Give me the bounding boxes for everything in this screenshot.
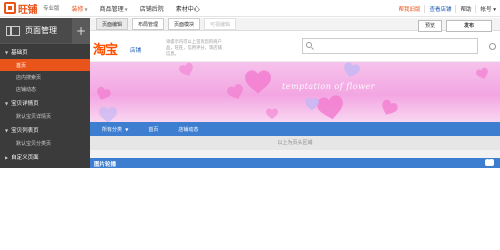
store-search-box[interactable] bbox=[302, 38, 478, 54]
page-management-sidebar: 页面管理 + ▼ 基础页 首页 店内搜索页 店铺动态 ▼ 宝贝详情页 默认宝贝详情页… bbox=[0, 18, 90, 168]
nav-product-management[interactable]: 商品管理▼ bbox=[100, 4, 128, 13]
sidebar-item-store-news[interactable]: 店铺动态 bbox=[0, 83, 90, 95]
nav-home[interactable]: 首页 bbox=[148, 126, 158, 133]
blank-area bbox=[0, 168, 500, 250]
brand-logo[interactable]: 旺铺 专业版 bbox=[4, 1, 60, 16]
banner-hearts bbox=[94, 62, 491, 122]
banner-text: temptation of flower bbox=[282, 82, 375, 91]
page-head-area-label: 以上为页头区域 bbox=[90, 136, 500, 150]
image-carousel-module[interactable]: 图片轮播 bbox=[90, 156, 500, 168]
top-nav: 装修▼ 商品管理▼ 店铺后院 素材中心 bbox=[72, 4, 200, 13]
chevron-down-icon: ▼ bbox=[84, 6, 88, 12]
heart-decoration bbox=[266, 108, 278, 120]
heart-decoration bbox=[99, 106, 117, 122]
help-link[interactable]: 帮助 bbox=[455, 4, 475, 13]
heart-decoration bbox=[341, 62, 361, 80]
caret-down-icon: ▼ bbox=[5, 50, 9, 55]
home-icon bbox=[4, 2, 16, 14]
sidebar-item-search-page[interactable]: 店内搜索页 bbox=[0, 71, 90, 83]
carousel-title: 图片轮播 bbox=[94, 161, 117, 168]
old-version-link[interactable]: 帮我旧版 bbox=[394, 5, 424, 13]
heart-decoration bbox=[305, 97, 319, 111]
tab-layout-management[interactable]: 布局管理 bbox=[132, 18, 165, 30]
edition-label: 专业版 bbox=[43, 6, 60, 12]
heart-decoration bbox=[378, 98, 400, 119]
store-nav-bar: 所有分类 ▼ 首页 店铺动态 bbox=[90, 122, 500, 136]
nav-decorate[interactable]: 装修▼ bbox=[72, 4, 88, 13]
divider bbox=[90, 150, 500, 158]
chevron-down-icon: ▼ bbox=[124, 126, 129, 132]
heart-decoration bbox=[315, 94, 346, 122]
sidebar-group-basic[interactable]: ▼ 基础页 bbox=[0, 44, 90, 59]
sidebar-group-list[interactable]: ▼ 宝贝列表页 bbox=[0, 122, 90, 137]
caret-right-icon: ▶ bbox=[5, 155, 9, 160]
sidebar-title: 页面管理 bbox=[25, 26, 57, 35]
tab-page-modules[interactable]: 页面模块 bbox=[168, 18, 201, 30]
sidebar-group-detail[interactable]: ▼ 宝贝详情页 bbox=[0, 95, 90, 110]
sidebar-group-custom[interactable]: ▶ 自定义页面 bbox=[0, 149, 90, 164]
heart-decoration bbox=[178, 62, 196, 79]
sidebar-item-default-category[interactable]: 默认宝贝分类页 bbox=[0, 137, 90, 149]
chevron-down-icon: ▼ bbox=[124, 6, 128, 12]
heart-decoration bbox=[225, 82, 246, 102]
view-store-link[interactable]: 查看店铺 bbox=[424, 4, 455, 13]
add-page-button[interactable]: + bbox=[72, 18, 90, 44]
caret-down-icon: ▼ bbox=[5, 101, 9, 106]
brand-name: 旺铺 bbox=[18, 4, 38, 16]
store-info-note: 添提示内可以上首页您的商户品，旺旺，信用评分，等店铺信息。 bbox=[166, 40, 222, 57]
sidebar-item-home[interactable]: 首页 bbox=[0, 59, 90, 71]
nav-store-news[interactable]: 店铺动态 bbox=[178, 126, 198, 133]
editor-toolbar: 页面编辑 布局管理 页面模块 可视编辑 预览 发布 bbox=[90, 18, 500, 32]
sidebar-item-default-detail[interactable]: 默认宝贝详情页 bbox=[0, 110, 90, 122]
store-banner[interactable]: temptation of flower bbox=[90, 62, 500, 122]
sidebar-header: 页面管理 + bbox=[0, 18, 90, 44]
caret-down-icon: ▼ bbox=[5, 128, 9, 133]
heart-decoration bbox=[94, 85, 112, 103]
taobao-logo-sub: 店铺 bbox=[130, 48, 142, 54]
tab-visual-edit: 可视编辑 bbox=[204, 18, 237, 30]
taobao-logo: 淘宝 bbox=[93, 43, 118, 58]
heart-decoration bbox=[245, 70, 271, 94]
heart-decoration bbox=[475, 66, 491, 81]
settings-icon[interactable] bbox=[489, 43, 496, 50]
top-bar: 旺铺 专业版 装修▼ 商品管理▼ 店铺后院 素材中心 帮我旧版 查看店铺 帮助 … bbox=[0, 0, 500, 17]
account-menu[interactable]: 帐号 ▾ bbox=[475, 4, 500, 13]
nav-all-categories[interactable]: 所有分类 ▼ bbox=[102, 126, 128, 133]
publish-button[interactable]: 发布 bbox=[446, 19, 492, 32]
layout-icon bbox=[6, 25, 20, 36]
search-input[interactable] bbox=[315, 41, 473, 51]
top-right-links: 帮我旧版 查看店铺 帮助 帐号 ▾ bbox=[394, 0, 500, 17]
preview-button[interactable]: 预览 bbox=[417, 19, 442, 32]
nav-store-backyard[interactable]: 店铺后院 bbox=[140, 4, 164, 13]
comment-icon[interactable] bbox=[485, 156, 494, 166]
store-header[interactable]: 淘宝 店铺 添提示内可以上首页您的商户品，旺旺，信用评分，等店铺信息。 bbox=[90, 32, 500, 62]
search-icon bbox=[306, 42, 312, 48]
tab-page-edit[interactable]: 页面编辑 bbox=[96, 18, 129, 30]
nav-material-center[interactable]: 素材中心 bbox=[176, 4, 200, 13]
